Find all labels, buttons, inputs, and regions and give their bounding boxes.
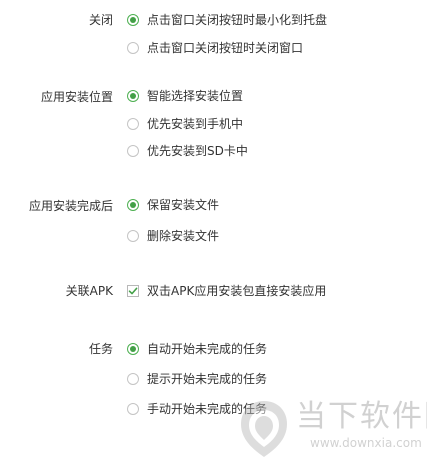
option-label: 双击APK应用安装包直接安装应用 <box>147 284 327 298</box>
watermark-brand: 当下软件园 <box>296 399 427 434</box>
apk-assoc-label: 关联APK <box>65 284 113 298</box>
after-install-option-keep[interactable]: 保留安装文件 <box>127 197 219 213</box>
install-option-phone[interactable]: 优先安装到手机中 <box>127 116 243 132</box>
option-label: 点击窗口关闭按钮时关闭窗口 <box>147 41 304 55</box>
option-label: 自动开始未完成的任务 <box>147 342 268 356</box>
close-option-close-window[interactable]: 点击窗口关闭按钮时关闭窗口 <box>127 40 303 56</box>
apk-assoc-checkbox-option[interactable]: 双击APK应用安装包直接安装应用 <box>127 283 326 299</box>
option-label: 点击窗口关闭按钮时最小化到托盘 <box>147 13 328 27</box>
close-label: 关闭 <box>88 13 113 27</box>
checkbox-checked-icon[interactable] <box>127 285 139 297</box>
option-label: 优先安装到SD卡中 <box>147 144 248 158</box>
after-install-option-delete[interactable]: 删除安装文件 <box>127 228 219 244</box>
checkmark-icon <box>128 287 138 295</box>
tasks-option-prompt[interactable]: 提示开始未完成的任务 <box>127 371 267 387</box>
install-option-smart[interactable]: 智能选择安装位置 <box>127 88 243 104</box>
install-option-sd[interactable]: 优先安装到SD卡中 <box>127 143 248 159</box>
radio-checked-icon[interactable] <box>127 90 139 102</box>
tasks-label: 任务 <box>88 342 113 356</box>
install-location-label: 应用安装位置 <box>40 90 113 104</box>
option-label: 保留安装文件 <box>147 198 220 212</box>
watermark: 当下软件园 www.downxia.com <box>236 398 427 462</box>
tasks-option-auto[interactable]: 自动开始未完成的任务 <box>127 341 267 357</box>
radio-unchecked-icon[interactable] <box>127 42 139 54</box>
after-install-label: 应用安装完成后 <box>28 199 113 213</box>
option-label: 优先安装到手机中 <box>147 117 244 131</box>
radio-checked-icon[interactable] <box>127 199 139 211</box>
radio-unchecked-icon[interactable] <box>127 145 139 157</box>
downxia-logo-icon <box>241 401 287 457</box>
watermark-url: www.downxia.com <box>310 436 422 450</box>
radio-unchecked-icon[interactable] <box>127 118 139 130</box>
option-label: 提示开始未完成的任务 <box>147 372 268 386</box>
radio-unchecked-icon[interactable] <box>127 403 139 415</box>
close-option-minimize-to-tray[interactable]: 点击窗口关闭按钮时最小化到托盘 <box>127 12 327 28</box>
option-label: 智能选择安装位置 <box>147 89 244 103</box>
radio-unchecked-icon[interactable] <box>127 230 139 242</box>
radio-checked-icon[interactable] <box>127 14 139 26</box>
settings-page: 关闭 点击窗口关闭按钮时最小化到托盘 点击窗口关闭按钮时关闭窗口 应用安装位置 … <box>0 0 427 471</box>
option-label: 删除安装文件 <box>147 229 220 243</box>
radio-checked-icon[interactable] <box>127 343 139 355</box>
radio-unchecked-icon[interactable] <box>127 373 139 385</box>
